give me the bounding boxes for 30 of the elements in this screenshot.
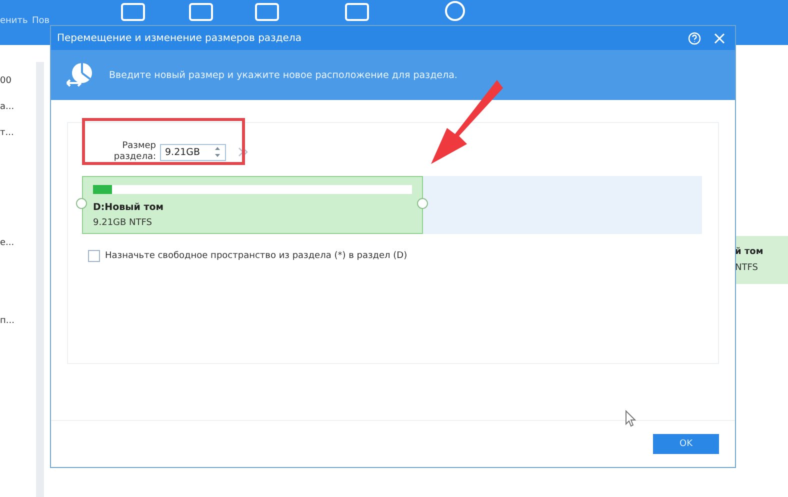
checkbox-label: Назначьте свободное пространство из раздела (*) в раздел (D) [105, 251, 408, 261]
sidebar-item[interactable]: т... [0, 128, 14, 138]
size-label: Размер раздела: [112, 141, 156, 163]
dialog-title: Перемещение и изменение размеров раздела [57, 32, 302, 44]
partition-name: D:Новый том [93, 202, 165, 213]
partition-info: NTFS [735, 263, 759, 273]
disk-resize-icon [65, 61, 95, 89]
partition-info: 9.21GB NTFS [93, 218, 154, 228]
database-icon[interactable] [442, 0, 468, 22]
sidebar-item[interactable]: 00 [0, 76, 12, 86]
spin-arrows-icon[interactable] [214, 146, 221, 158]
header-text: Введите новый размер и укажите новое расположение для раздела. [109, 70, 458, 80]
size-spin-field[interactable]: 9.21GB [160, 144, 226, 160]
sidebar-item[interactable]: п... [0, 316, 14, 326]
partition-card[interactable]: й том NTFS [735, 236, 788, 284]
resize-handle[interactable] [417, 198, 428, 209]
checkbox[interactable] [88, 250, 100, 262]
drive-icon[interactable] [254, 0, 280, 22]
partition-name: й том [735, 247, 764, 257]
double-chevron-icon[interactable] [238, 147, 248, 157]
sidebar-item[interactable]: е... [0, 238, 14, 248]
drive-icon[interactable] [344, 0, 370, 22]
help-icon[interactable] [688, 32, 701, 44]
drive-icon[interactable] [188, 0, 214, 22]
sidebar-item[interactable]: а... [0, 102, 14, 112]
partition-block[interactable]: D:Новый том 9.21GB NTFS [82, 176, 423, 234]
close-icon[interactable] [714, 32, 725, 44]
drive-icon[interactable] [120, 0, 146, 22]
cursor-icon [625, 410, 637, 427]
resize-handle[interactable] [76, 198, 87, 209]
